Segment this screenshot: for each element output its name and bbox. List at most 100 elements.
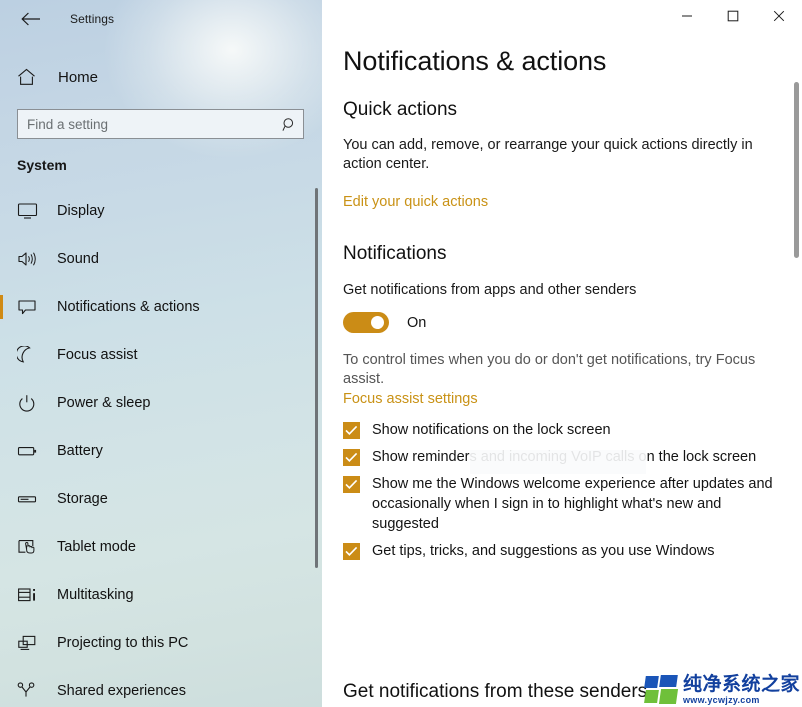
battery-icon [17,442,43,460]
watermark-title: 纯净系统之家 [682,673,800,695]
moon-icon [17,346,43,364]
sidebar-nav-list: Display Sound Notifications & actions Fo… [0,187,322,707]
main-scrollbar-thumb[interactable] [794,82,799,258]
sidebar-item-power-and-sleep[interactable]: Power & sleep [0,379,322,427]
sidebar-section-label: System [17,157,67,173]
sidebar-item-storage[interactable]: Storage [0,475,322,523]
sidebar-item-label: Projecting to this PC [57,635,189,651]
back-arrow-icon [21,12,40,26]
toggle-state-label: On [407,314,427,331]
sidebar-item-multitasking[interactable]: Multitasking [0,571,322,619]
sidebar-item-sound[interactable]: Sound [0,235,322,283]
focus-assist-settings-link[interactable]: Focus assist settings [343,391,478,407]
window-title: Settings [70,12,115,26]
maximize-icon [727,10,739,22]
notifications-toggle-label: Get notifications from apps and other se… [343,282,637,298]
sidebar-item-label: Power & sleep [57,395,151,411]
watermark-url: www.ycwjzy.com [682,695,760,705]
list-item[interactable]: Show me the Windows welcome experience a… [343,474,778,534]
checkbox-tips-tricks-suggestions[interactable] [343,543,360,560]
sidebar-item-tablet-mode[interactable]: Tablet mode [0,523,322,571]
multitasking-icon [17,586,43,604]
checkbox-show-reminders-voip[interactable] [343,449,360,466]
window-controls [664,0,802,32]
selection-accent-bar [0,199,3,223]
settings-window: Settings Home System [0,0,802,707]
check-icon [345,479,358,489]
list-item[interactable]: Show reminders and incoming VoIP calls o… [343,447,778,467]
sidebar-item-label: Shared experiences [57,683,186,699]
back-button[interactable] [8,3,54,35]
sidebar-item-home-label: Home [58,68,99,86]
sidebar-item-label: Focus assist [57,347,138,363]
search-box[interactable] [17,109,304,139]
list-item[interactable]: Show notifications on the lock screen [343,420,778,440]
monitor-icon [17,202,43,220]
selection-accent-bar [0,583,3,607]
selection-accent-bar [0,631,3,655]
storage-icon [17,490,43,508]
get-notifications-toggle[interactable] [343,312,389,333]
checkbox-label: Show reminders and incoming VoIP calls o… [372,449,757,465]
check-icon [345,425,358,435]
shared-experiences-icon [17,682,43,700]
selection-accent-bar [0,343,3,367]
checkbox-label: Get tips, tricks, and suggestions as you… [372,543,715,559]
sidebar-item-battery[interactable]: Battery [0,427,322,475]
page-title: Notifications & actions [343,46,607,76]
focus-assist-note: To control times when you do or don't ge… [343,352,756,387]
checkbox-label: Show me the Windows welcome experience a… [372,476,773,532]
notification-options-list: Show notifications on the lock screen Sh… [343,420,778,561]
sidebar: Settings Home System [0,0,322,707]
quick-actions-heading: Quick actions [343,99,458,120]
sidebar-scrollbar[interactable] [315,188,318,568]
selection-accent-bar [0,679,3,703]
watermark-logo-icon [644,675,679,705]
toggle-knob [371,316,384,329]
check-icon [345,452,358,462]
sidebar-item-label: Storage [57,491,108,507]
minimize-button[interactable] [664,0,710,32]
minimize-icon [682,15,692,17]
list-item[interactable]: Get tips, tricks, and suggestions as you… [343,541,778,561]
sidebar-item-shared-experiences[interactable]: Shared experiences [0,667,322,707]
checkbox-label: Show notifications on the lock screen [372,422,611,438]
maximize-button[interactable] [710,0,756,32]
search-input[interactable] [18,110,275,138]
edit-quick-actions-link[interactable]: Edit your quick actions [343,194,488,210]
tablet-touch-icon [17,538,43,556]
selection-accent-bar [0,247,3,271]
home-icon [17,68,45,86]
notifications-toggle-row: On [343,312,778,333]
senders-heading: Get notifications from these senders [343,681,648,702]
selection-accent-bar [0,439,3,463]
selection-accent-bar [0,487,3,511]
sidebar-item-label: Display [57,203,105,219]
checkbox-show-notifications-lock-screen[interactable] [343,422,360,439]
close-icon [773,10,785,22]
sidebar-item-label: Sound [57,251,99,267]
sidebar-item-label: Battery [57,443,103,459]
selection-accent-bar [0,295,3,319]
sidebar-item-focus-assist[interactable]: Focus assist [0,331,322,379]
check-icon [345,546,358,556]
sidebar-item-projecting-to-this-pc[interactable]: Projecting to this PC [0,619,322,667]
notifications-heading: Notifications [343,243,447,264]
main-content-pane: Notifications & actions Quick actions Yo… [322,0,802,707]
sidebar-item-label: Tablet mode [57,539,136,555]
sidebar-item-display[interactable]: Display [0,187,322,235]
checkbox-windows-welcome-experience[interactable] [343,476,360,493]
sidebar-item-notifications-and-actions[interactable]: Notifications & actions [0,283,322,331]
sidebar-item-label: Notifications & actions [57,299,200,315]
search-icon[interactable] [275,110,303,138]
sidebar-item-home[interactable]: Home [0,57,322,97]
chat-bubble-icon [17,298,43,316]
title-bar: Settings [0,0,322,38]
quick-actions-description: You can add, remove, or rearrange your q… [343,137,753,172]
project-screen-icon [17,634,43,652]
power-icon [17,394,43,412]
close-button[interactable] [756,0,802,32]
settings-content: Notifications & actions Quick actions Yo… [322,0,802,707]
selection-accent-bar [0,391,3,415]
speaker-icon [17,250,43,268]
